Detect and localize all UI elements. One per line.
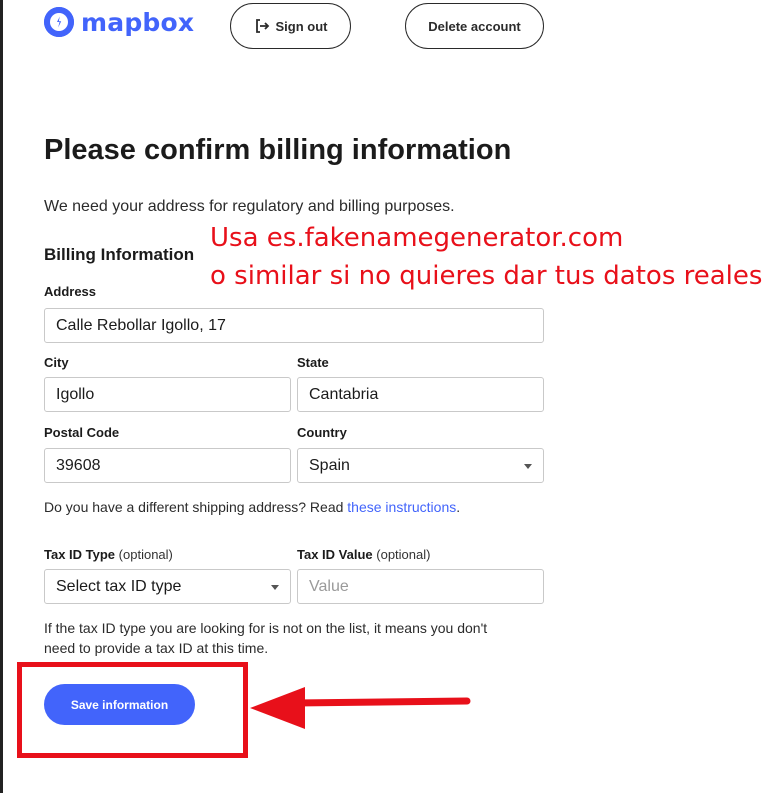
tax-id-value-label-text: Tax ID Value [297,547,373,562]
tax-id-note-line1: If the tax ID type you are looking for i… [44,620,488,636]
red-arrow-icon [250,687,471,729]
address-value: Calle Rebollar Igollo, 17 [56,316,226,334]
tax-id-type-value: Select tax ID type [56,577,182,595]
country-value: Spain [309,456,350,474]
window-edge [0,0,3,793]
state-value: Cantabria [309,385,379,403]
city-label: City [44,355,69,370]
tax-id-type-optional: (optional) [118,547,173,562]
sign-out-icon [255,19,269,33]
state-label: State [297,355,329,370]
tax-id-value-label: Tax ID Value (optional) [297,547,430,562]
tax-id-type-label-text: Tax ID Type [44,547,116,562]
postal-code-value: 39608 [56,456,101,474]
address-input[interactable]: Calle Rebollar Igollo, 17 [44,308,544,343]
city-input[interactable]: Igollo [44,377,291,412]
mapbox-logo-icon [44,7,74,37]
postal-code-input[interactable]: 39608 [44,448,291,483]
logo-wordmark: mapbox [81,7,195,37]
annotation-line1: Usa es.fakenamegenerator.com [210,223,624,253]
chevron-down-icon [271,585,279,590]
delete-account-label: Delete account [428,18,521,34]
tax-id-value-placeholder: Value [309,577,349,595]
city-value: Igollo [56,385,95,403]
save-information-button[interactable]: Save information [44,684,195,725]
postal-code-label: Postal Code [44,425,120,440]
address-label: Address [44,284,97,299]
tax-id-note-line2: need to provide a tax ID at this time. [44,640,269,656]
shipping-note-end: . [456,499,461,515]
billing-section-title: Billing Information [44,245,195,264]
country-select[interactable]: Spain [297,448,544,483]
tax-id-note: If the tax ID type you are looking for i… [44,618,487,658]
intro-text: We need your address for regulatory and … [44,198,455,215]
sign-out-button[interactable]: Sign out [230,3,351,49]
chevron-down-icon [524,464,532,469]
tax-id-type-label: Tax ID Type (optional) [44,547,173,562]
annotation-line2: o similar si no quieres dar tus datos re… [210,261,763,291]
state-input[interactable]: Cantabria [297,377,544,412]
country-label: Country [297,425,347,440]
page-title: Please confirm billing information [44,134,512,166]
mapbox-logo[interactable]: mapbox [44,7,194,37]
delete-account-button[interactable]: Delete account [405,3,544,49]
sign-out-label: Sign out [275,18,328,34]
tax-id-value-optional: (optional) [376,547,431,562]
tax-id-value-input[interactable]: Value [297,569,544,604]
tax-id-type-select[interactable]: Select tax ID type [44,569,291,604]
shipping-note: Do you have a different shipping address… [44,497,460,517]
shipping-note-text: Do you have a different shipping address… [44,499,348,515]
shipping-instructions-link[interactable]: these instructions [347,499,456,515]
